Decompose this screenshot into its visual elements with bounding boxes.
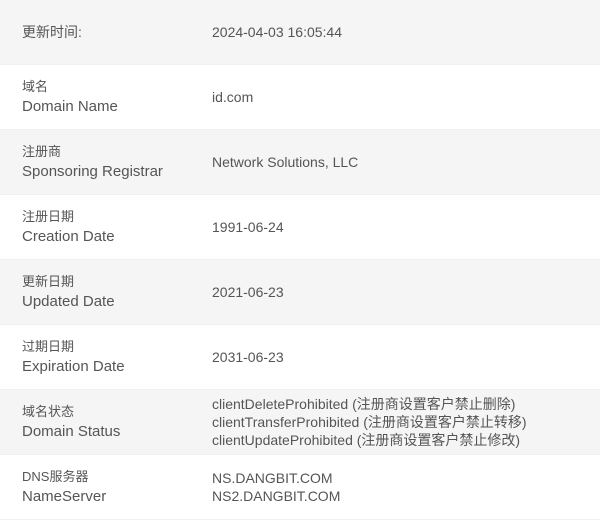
whois-table: 更新时间: 2024-04-03 16:05:44 域名 Domain Name id.…	[0, 0, 600, 520]
field-value: clientDeleteProhibited (注册商设置客户禁止删除) clie…	[212, 395, 527, 449]
value-line: NS.DANGBIT.COM	[212, 470, 333, 486]
label-cn: 更新时间:	[22, 24, 82, 40]
whois-row: 注册商 Sponsoring Registrar Network Solutions…	[0, 130, 600, 195]
value-line: 2021-06-23	[212, 284, 284, 300]
value-line: 2031-06-23	[212, 349, 284, 365]
value-line: clientTransferProhibited (注册商设置客户禁止转移)	[212, 414, 527, 430]
field-label: 注册日期 Creation Date	[0, 207, 212, 247]
field-value: Network Solutions, LLC	[212, 153, 358, 171]
label-en: Expiration Date	[22, 358, 125, 375]
value-line: NS2.DANGBIT.COM	[212, 488, 341, 504]
label-en: Sponsoring Registrar	[22, 163, 163, 180]
label-cn: 域名	[22, 79, 49, 94]
field-value: 1991-06-24	[212, 218, 284, 236]
label-cn: 过期日期	[22, 339, 75, 354]
label-cn: 域名状态	[22, 404, 75, 419]
label-en: Updated Date	[22, 293, 115, 310]
field-label: 注册商 Sponsoring Registrar	[0, 142, 212, 182]
whois-row: 更新时间: 2024-04-03 16:05:44	[0, 0, 600, 65]
value-line: id.com	[212, 89, 254, 105]
field-value: id.com	[212, 88, 253, 106]
label-cn: DNS服务器	[22, 469, 89, 484]
field-label: 过期日期 Expiration Date	[0, 337, 212, 377]
label-en: Domain Name	[22, 98, 118, 115]
label-cn: 注册日期	[22, 209, 75, 224]
label-cn: 更新日期	[22, 274, 75, 289]
field-value: 2021-06-23	[212, 283, 284, 301]
label-en: Domain Status	[22, 423, 121, 440]
label-en: Creation Date	[22, 228, 115, 245]
field-label: 域名 Domain Name	[0, 77, 212, 117]
field-value: 2024-04-03 16:05:44	[212, 23, 342, 41]
label-cn: 注册商	[22, 144, 62, 159]
label-en: NameServer	[22, 488, 107, 505]
whois-row: 更新日期 Updated Date 2021-06-23	[0, 260, 600, 325]
value-line: 1991-06-24	[212, 219, 284, 235]
value-line: clientUpdateProhibited (注册商设置客户禁止修改)	[212, 432, 521, 448]
whois-row: DNS服务器 NameServer NS.DANGBIT.COM NS2.DANGBI…	[0, 455, 600, 520]
whois-row: 域名状态 Domain Status clientDeleteProhibited …	[0, 390, 600, 455]
whois-row: 过期日期 Expiration Date 2031-06-23	[0, 325, 600, 390]
field-value: NS.DANGBIT.COM NS2.DANGBIT.COM	[212, 469, 340, 505]
field-label: 域名状态 Domain Status	[0, 402, 212, 442]
field-label: 更新时间:	[0, 22, 212, 42]
field-label: DNS服务器 NameServer	[0, 467, 212, 507]
whois-row: 注册日期 Creation Date 1991-06-24	[0, 195, 600, 260]
whois-row: 域名 Domain Name id.com	[0, 65, 600, 130]
value-line: clientDeleteProhibited (注册商设置客户禁止删除)	[212, 396, 516, 412]
field-value: 2031-06-23	[212, 348, 284, 366]
value-line: 2024-04-03 16:05:44	[212, 24, 342, 40]
field-label: 更新日期 Updated Date	[0, 272, 212, 312]
value-line: Network Solutions, LLC	[212, 154, 359, 170]
